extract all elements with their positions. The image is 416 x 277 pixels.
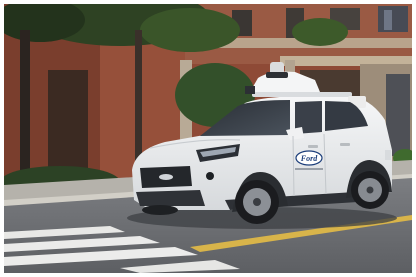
door-decal bbox=[295, 168, 323, 170]
fog-light bbox=[206, 172, 214, 180]
front-bumper bbox=[136, 190, 205, 206]
roof-rack bbox=[252, 92, 352, 97]
window-pane bbox=[384, 10, 392, 30]
grille-emblem bbox=[159, 174, 173, 180]
window bbox=[378, 6, 408, 32]
rear-hub bbox=[366, 186, 374, 194]
street-photo: Ford bbox=[4, 4, 412, 273]
lidar-band bbox=[266, 72, 288, 78]
camera-pod bbox=[245, 86, 255, 94]
tree-canopy bbox=[140, 8, 240, 52]
balcony-plants bbox=[292, 18, 348, 46]
front-left-tire bbox=[142, 205, 178, 215]
ford-logo-text: Ford bbox=[300, 154, 318, 163]
photo-frame: Ford bbox=[4, 4, 412, 273]
door-handle bbox=[340, 143, 350, 146]
front-hub bbox=[253, 198, 261, 206]
door-handle bbox=[308, 145, 318, 148]
tree-trunk bbox=[20, 30, 30, 180]
rear-sensor-small bbox=[385, 150, 391, 160]
photo-scene: Ford bbox=[0, 0, 416, 277]
